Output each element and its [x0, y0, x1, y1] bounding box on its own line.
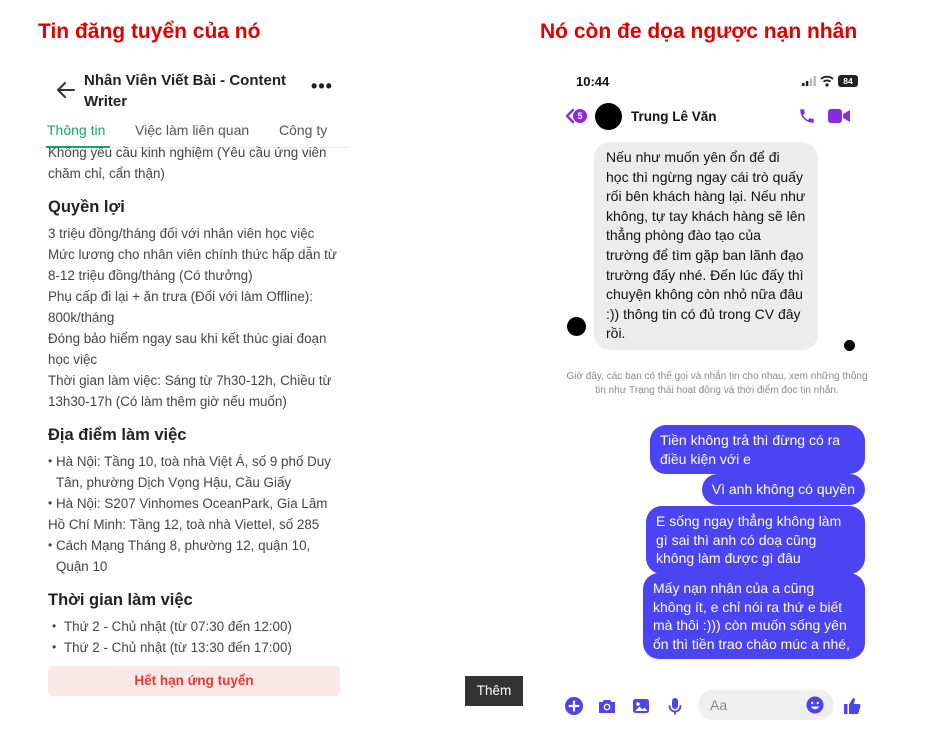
incoming-message[interactable]: Nếu như muốn yên ổn để đi học thì ngừng … [594, 142, 818, 350]
battery-icon: 84 [838, 75, 858, 87]
worktime-item: Thứ 2 - Chủ nhật (từ 07:30 đến 12:00) [48, 616, 344, 637]
avatar[interactable] [595, 103, 622, 130]
benefit-item: Mức lương cho nhân viên chính thức hấp d… [48, 247, 337, 283]
chat-header: 5 Trung Lê Văn [558, 96, 876, 136]
job-post-panel: Nhân Viên Viết Bài - Content Writer ••• … [38, 62, 350, 707]
outgoing-message[interactable]: Vì anh không có quyền [701, 474, 865, 505]
caption-threat: Nó còn đe dọa ngược nạn nhân [540, 20, 858, 43]
messenger-panel: 10:44 84 5 Trung Lê Văn Nếu như muốn yên… [558, 66, 876, 726]
benefit-item: Phụ cấp đi lại + ăn trưa (Đối với làm Of… [48, 289, 313, 325]
outgoing-message[interactable]: E sống ngay thẳng không làm gì sai thì a… [646, 506, 865, 574]
status-time: 10:44 [576, 74, 610, 89]
worktime-item: Thứ 2 - Chủ nhật (từ 13:30 đến 17:00) [48, 637, 344, 658]
mic-icon[interactable] [665, 696, 685, 716]
camera-icon[interactable] [597, 696, 617, 716]
worktime-heading: Thời gian làm việc [48, 591, 193, 609]
location-item: Hồ Chí Minh: Tầng 12, toà nhà Viettel, s… [48, 517, 320, 532]
gallery-icon[interactable] [631, 696, 651, 716]
requirement-text: Không yêu cầu kinh nghiệm (Yêu cầu ứng v… [48, 145, 327, 181]
job-body: Không yêu cầu kinh nghiệm (Yêu cầu ứng v… [48, 140, 344, 660]
location-item: Hà Nội: S207 Vinhomes OceanPark, Gia Lâm [48, 493, 344, 514]
plus-icon[interactable] [564, 696, 584, 716]
location-item: Cách Mạng Tháng 8, phường 12, quận 10, Q… [48, 535, 344, 577]
signal-icon [802, 76, 816, 86]
tab-related-jobs[interactable]: Việc làm liên quan [135, 122, 249, 138]
outgoing-message[interactable]: Mấy nạn nhân của a cũng không ít, e chỉ … [643, 573, 865, 659]
message-composer: Aa [558, 688, 876, 722]
wifi-icon [820, 75, 834, 87]
video-icon[interactable] [828, 108, 850, 124]
job-title: Nhân Viên Viết Bài - Content Writer [84, 72, 286, 110]
phone-icon[interactable] [798, 107, 816, 125]
unread-badge: 5 [573, 109, 587, 123]
caption-job-post: Tin đăng tuyển của nó [38, 20, 261, 43]
benefits-heading: Quyền lợi [48, 198, 125, 216]
tab-info[interactable]: Thông tin [47, 122, 105, 138]
benefit-item: 3 triệu đồng/tháng đối với nhân viên học… [48, 226, 315, 241]
contact-name[interactable]: Trung Lê Văn [631, 109, 717, 124]
location-item: Hà Nội: Tầng 10, toà nhà Việt Á, số 9 ph… [48, 451, 344, 493]
seen-indicator [844, 340, 855, 351]
location-heading: Địa điểm làm việc [48, 426, 187, 444]
more-button[interactable]: Thêm [465, 676, 523, 706]
emoji-icon[interactable] [806, 696, 824, 714]
outgoing-message[interactable]: Tiền không trả thì đừng có ra điều kiện … [650, 425, 865, 474]
apply-status-button[interactable]: Hết hạn ứng tuyển [48, 666, 340, 696]
benefit-item: Thời gian làm việc: Sáng từ 7h30-12h, Ch… [48, 373, 332, 409]
benefit-item: Đóng bảo hiểm ngay sau khi kết thúc giai… [48, 331, 327, 367]
like-icon[interactable] [842, 696, 862, 716]
back-arrow-icon[interactable] [54, 78, 78, 102]
chat-notice: Giờ đây, các bạn có thể gọi và nhắn tin … [566, 371, 868, 396]
job-header: Nhân Viên Viết Bài - Content Writer ••• [38, 62, 350, 122]
avatar [567, 317, 586, 336]
more-options-icon[interactable]: ••• [310, 76, 334, 100]
tab-company[interactable]: Công ty [279, 122, 327, 138]
